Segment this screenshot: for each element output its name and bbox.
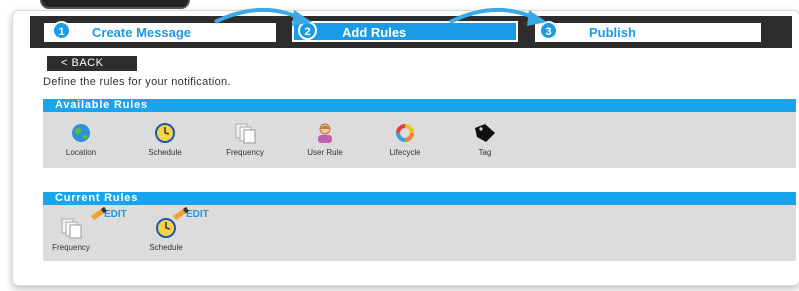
edit-schedule-button[interactable]: EDIT xyxy=(173,206,209,221)
user-icon xyxy=(313,122,337,144)
cycle-icon xyxy=(393,122,417,144)
arrowhead xyxy=(527,10,547,26)
current-rules-panel: Frequency EDIT Schedule EDIT xyxy=(43,205,796,261)
current-rule-schedule: Schedule xyxy=(141,217,191,252)
page-instruction: Define the rules for your notification. xyxy=(43,76,231,88)
rule-label: Lifecycle xyxy=(389,148,421,157)
tag-icon xyxy=(473,122,497,144)
clock-icon xyxy=(154,217,178,239)
available-rules-header: Available Rules xyxy=(43,99,796,112)
available-rules-panel: Location Schedule Frequency User Rule Li… xyxy=(43,112,796,168)
rule-label: User Rule xyxy=(307,148,343,157)
arrow-step2-to-step3 xyxy=(449,8,536,24)
current-rules-header: Current Rules xyxy=(43,192,796,205)
wizard-bar: 1 Create Message 2 Add Rules 3 Publish xyxy=(30,8,792,48)
rule-tag[interactable]: Tag xyxy=(445,122,525,157)
pages-icon xyxy=(233,122,257,144)
edit-frequency-button[interactable]: EDIT xyxy=(91,206,127,221)
current-rule-frequency: Frequency xyxy=(46,217,96,252)
rule-frequency[interactable]: Frequency xyxy=(205,122,285,157)
rule-label: Schedule xyxy=(148,148,182,157)
rule-label: Frequency xyxy=(226,148,264,157)
rule-label: Location xyxy=(65,148,97,157)
rule-label: Tag xyxy=(478,148,492,157)
rule-user-rule[interactable]: User Rule xyxy=(285,122,365,157)
rule-lifecycle[interactable]: Lifecycle xyxy=(365,122,445,157)
back-button[interactable]: < BACK xyxy=(47,56,137,71)
rule-label: Frequency xyxy=(52,243,90,252)
clock-icon xyxy=(153,122,177,144)
rule-label: Schedule xyxy=(149,243,183,252)
globe-icon xyxy=(69,122,93,144)
rule-schedule[interactable]: Schedule xyxy=(125,122,205,157)
pages-icon xyxy=(59,217,83,239)
arrowhead xyxy=(292,10,312,26)
rule-location[interactable]: Location xyxy=(41,122,121,157)
arrow-step1-to-step2 xyxy=(214,8,301,24)
wizard-arrows xyxy=(214,8,547,26)
